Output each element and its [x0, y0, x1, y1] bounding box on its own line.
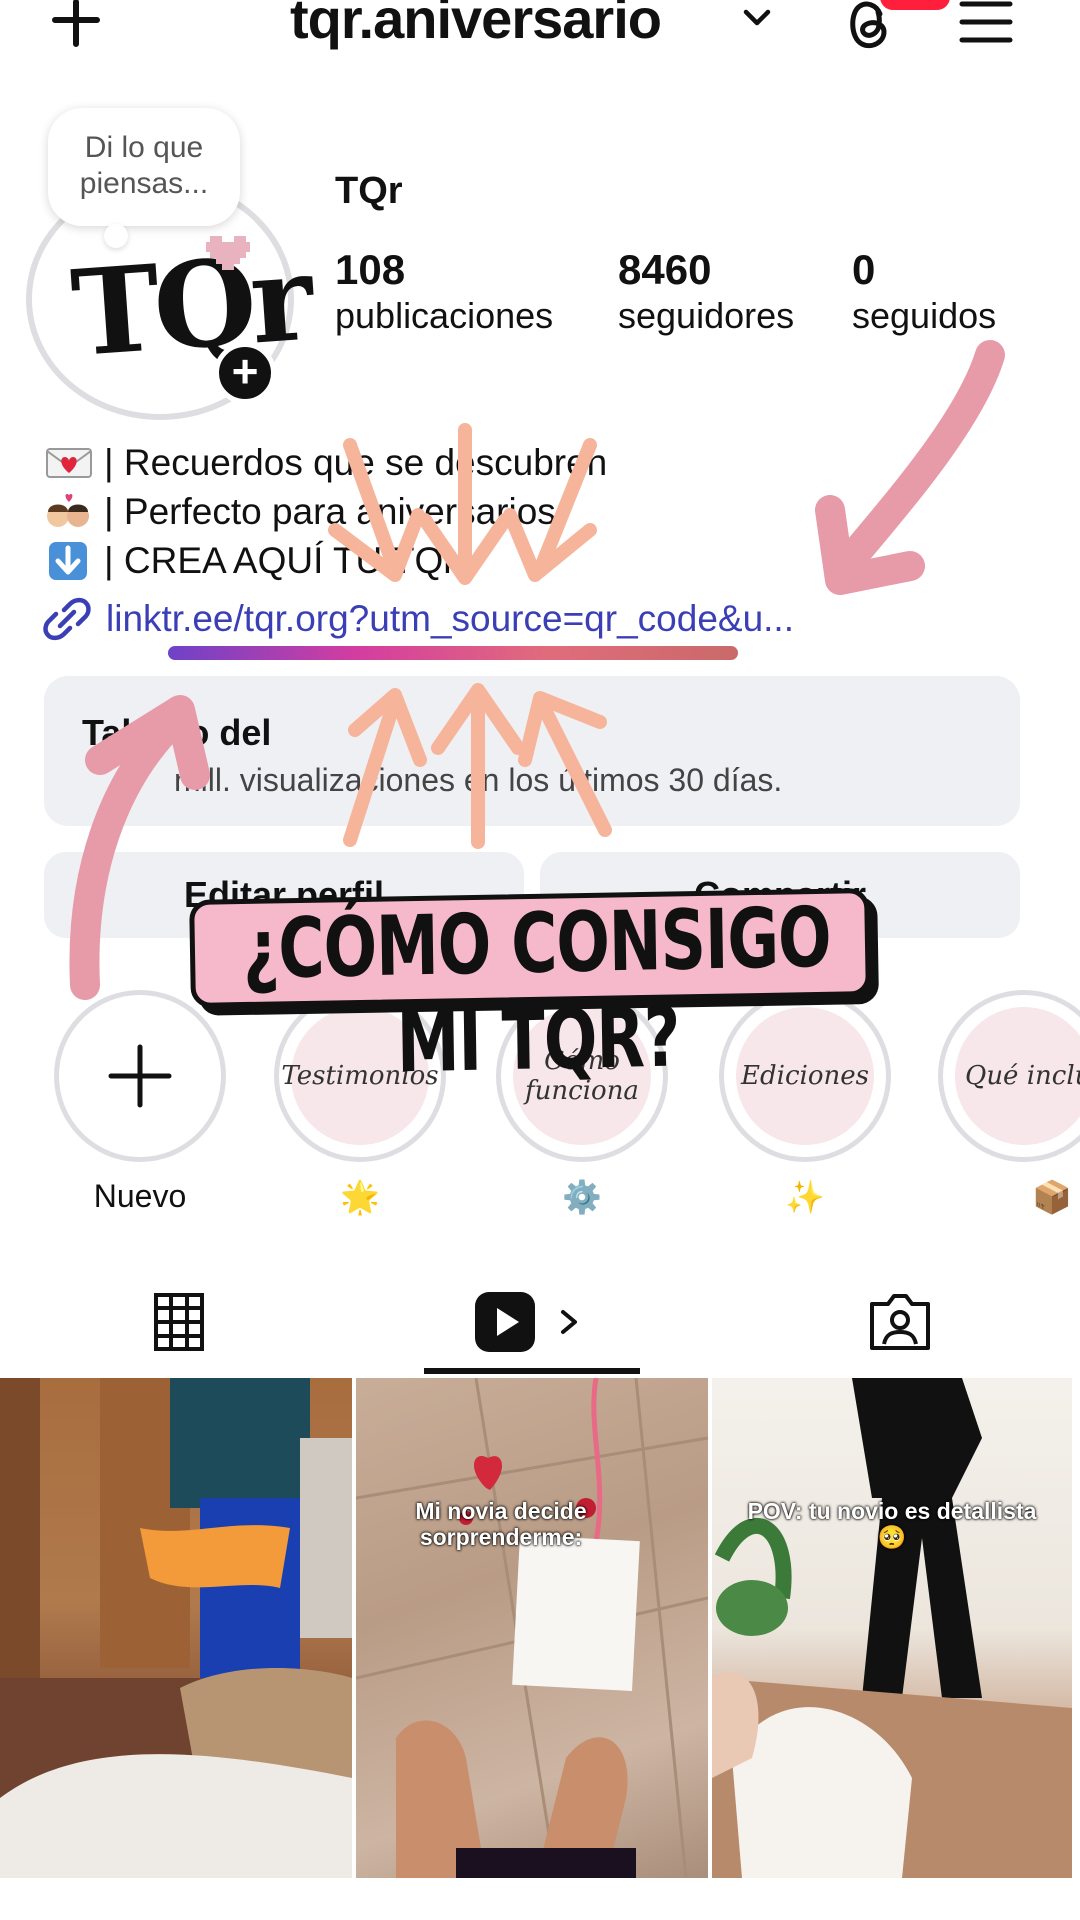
post-image	[0, 1378, 352, 1878]
post-thumbnail[interactable]: Mi novia decide sorprenderme:	[356, 1378, 708, 1878]
note-bubble-tail	[104, 224, 128, 248]
chevron-down-icon[interactable]	[742, 6, 772, 30]
reels-play-icon	[475, 1292, 535, 1352]
tab-grid[interactable]	[120, 1272, 238, 1372]
pink-arrow-right	[835, 340, 1005, 575]
add-story-button[interactable]: +	[214, 342, 276, 404]
bio-line: | Recuerdos que se descubren	[44, 438, 607, 487]
bio-line-text: | Recuerdos que se descubren	[104, 442, 608, 483]
profile-tabs	[0, 1272, 1080, 1372]
highlight-label: ⚙️	[562, 1179, 602, 1215]
bio-line-text: | CREA AQUÍ TU TQr	[104, 540, 456, 581]
highlight-label: ✨	[785, 1179, 825, 1215]
pixel-heart-icon	[206, 236, 250, 270]
highlight-label: 🌟	[340, 1179, 380, 1215]
bio-line: | CREA AQUÍ TU TQr	[44, 536, 607, 585]
post-thumbnail[interactable]	[0, 1378, 352, 1878]
bio-line: | Perfecto para aniversarios	[44, 487, 607, 536]
highlight-label: Nuevo	[93, 1178, 187, 1214]
love-letter-icon	[46, 447, 92, 478]
overlay-title: ¿CÓMO CONSIGO MI TQR?	[242, 888, 832, 1092]
down-arrow-icon	[49, 541, 87, 580]
menu-icon[interactable]	[958, 0, 1014, 46]
grid-icon	[154, 1293, 204, 1351]
dashboard-title: Tablero del	[82, 712, 272, 753]
post-caption: Mi novia decide sorprenderme:	[415, 1498, 587, 1550]
top-bar: tqr.aniversario	[0, 0, 1080, 70]
display-name: TQr	[335, 170, 403, 212]
professional-dashboard[interactable]: Tablero del mill. visualizaciones en los…	[44, 676, 1020, 826]
bio-line-text: | Perfecto para aniversarios	[104, 491, 556, 532]
plus-icon	[59, 995, 221, 1157]
stat-posts[interactable]: 108 publicaciones	[335, 246, 553, 338]
tab-tagged[interactable]	[840, 1272, 960, 1372]
post-thumbnail[interactable]: POV: tu novio es detallista 🥺	[712, 1378, 1072, 1878]
chevron-right-icon	[561, 1310, 577, 1334]
bio-link[interactable]: linktr.ee/tqr.org?utm_source=qr_code&u..…	[42, 594, 794, 644]
stat-following[interactable]: 0 seguidos	[852, 246, 996, 338]
bio-link-text[interactable]: linktr.ee/tqr.org?utm_source=qr_code&u..…	[106, 598, 794, 640]
bio: | Recuerdos que se descubren | Perfecto …	[44, 438, 607, 585]
tagged-person-icon	[870, 1294, 930, 1350]
highlight-que-incluye[interactable]: Qué inclu 📦	[938, 990, 1080, 1218]
stat-followers-value: 8460	[618, 246, 712, 293]
notification-badge	[880, 0, 950, 10]
link-icon	[43, 597, 91, 641]
highlight-label: 📦	[1032, 1179, 1072, 1215]
create-plus-icon[interactable]	[48, 0, 104, 52]
link-highlight-underline	[168, 646, 738, 660]
stat-followers[interactable]: 8460 seguidores	[618, 246, 794, 338]
post-image	[712, 1378, 1072, 1878]
stat-posts-value: 108	[335, 246, 406, 293]
stat-posts-label: publicaciones	[335, 295, 554, 336]
post-caption: POV: tu novio es detallista 🥺	[747, 1498, 1037, 1550]
avatar-logo-text: TQr	[67, 227, 312, 384]
note-bubble[interactable]: Di lo que piensas...	[48, 108, 240, 226]
kissing-couple-icon	[47, 493, 89, 527]
post-image	[356, 1378, 708, 1878]
stat-followers-label: seguidores	[618, 295, 795, 336]
active-tab-indicator	[424, 1368, 640, 1374]
dashboard-subtitle: mill. visualizaciones en los últimos 30 …	[174, 762, 783, 798]
stat-following-label: seguidos	[852, 295, 997, 336]
highlight-cover-text: Qué inclu	[955, 1007, 1080, 1145]
username-title[interactable]: tqr.aniversario	[290, 0, 662, 51]
highlight-ring: Qué inclu	[938, 990, 1080, 1162]
tab-reels[interactable]	[420, 1272, 640, 1372]
stat-following-value: 0	[852, 246, 876, 293]
